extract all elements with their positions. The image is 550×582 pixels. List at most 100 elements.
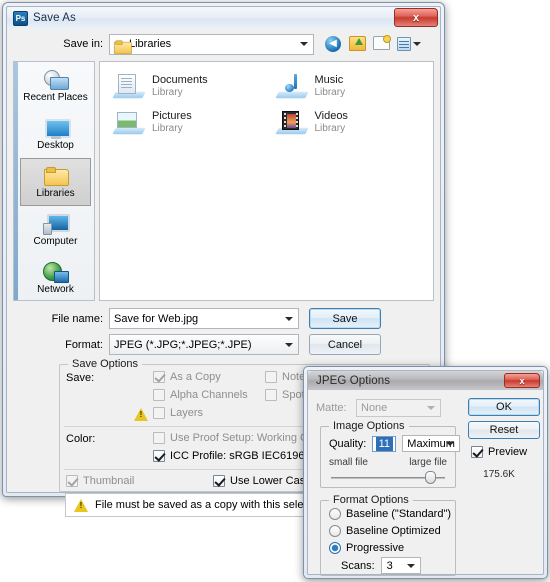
quality-value: 11 [375,436,393,451]
checkbox-preview[interactable]: Preview [471,446,527,458]
chevron-down-icon [285,316,293,321]
checkbox-layers[interactable]: Layers [153,407,203,419]
checkbox-box [265,371,277,383]
sidebar-item-computer[interactable]: Computer [20,206,91,254]
checkbox-box [265,389,277,401]
warning-icon [134,408,148,421]
list-item-text: Music Library [315,74,346,98]
close-icon[interactable]: x [504,373,540,388]
save-in-dropdown[interactable]: Libraries [109,33,314,55]
sidebar-item-recent-places[interactable]: Recent Places [20,62,91,110]
jpeg-options-dialog: JPEG Options x Matte: None OK Reset Prev… [303,366,548,579]
save-as-title: Save As [33,12,76,24]
sidebar-item-label: Desktop [37,139,74,151]
matte-value: None [361,402,388,414]
reset-button[interactable]: Reset [468,421,540,439]
save-options-title: Save Options [68,358,143,370]
warning-icon [74,498,88,512]
close-icon[interactable]: x [394,8,438,27]
back-button[interactable]: ◀ [325,35,342,53]
file-name-input[interactable]: Save for Web.jpg [109,308,299,329]
matte-dropdown[interactable]: None [356,399,441,417]
checkbox-label: Alpha Channels [170,389,248,401]
checkbox-thumbnail[interactable]: Thumbnail [66,475,134,487]
places-bar: Recent Places Desktop Libraries Computer [13,61,95,301]
radio-dot [329,525,341,537]
checkbox-box [66,475,78,487]
scans-value: 3 [386,559,393,572]
radio-baseline-standard[interactable]: Baseline ("Standard") [329,508,451,520]
radio-label: Baseline Optimized [346,525,441,537]
radio-dot [329,542,341,554]
list-item[interactable]: Videos Library [271,106,434,142]
screen: Ps Save As x Save in: Libraries ◀ Recent… [0,0,550,582]
chevron-down-icon [406,563,415,568]
radio-baseline-optimized[interactable]: Baseline Optimized [329,525,441,537]
radio-progressive[interactable]: Progressive [329,542,404,554]
checkbox-box [213,475,225,487]
list-item-name: Pictures [152,110,192,122]
places-bar-accent [14,62,18,300]
list-item-text: Documents Library [152,74,208,98]
sidebar-item-label: Recent Places [23,91,88,103]
views-icon [397,37,411,51]
list-item[interactable]: Music Library [271,70,434,106]
list-item-sub: Library [152,86,183,98]
scans-dropdown[interactable]: 3 [380,557,421,574]
checkbox-as-a-copy[interactable]: As a Copy [153,371,221,383]
slider-labels: small file large file [329,457,447,468]
warning-message-text: File must be saved as a copy with this s… [95,499,330,511]
list-item-text: Pictures Library [152,110,192,134]
navigation-toolbar: ◀ [325,34,421,53]
jpeg-options-inner: JPEG Options x Matte: None OK Reset Prev… [307,370,544,576]
sidebar-item-libraries[interactable]: Libraries [20,158,91,206]
format-row: Format: JPEG (*.JPG;*.JPEG;*.JPE) Cancel [7,333,434,356]
format-value: JPEG (*.JPG;*.JPEG;*.JPE) [114,338,252,351]
radio-label: Baseline ("Standard") [346,508,452,520]
sidebar-item-network[interactable]: Network [20,254,91,302]
pictures-library-icon [112,110,146,136]
chevron-down-icon [446,441,455,446]
videos-library-icon [274,110,309,136]
list-item-text: Videos Library [315,110,348,134]
file-list[interactable]: Documents Library Music Library Pictures… [99,61,434,301]
list-item[interactable]: Documents Library [108,70,271,106]
large-file-label: large file [409,457,447,468]
checkbox-label: Thumbnail [83,475,135,487]
radio-label: Progressive [346,542,405,554]
checkbox-label: As a Copy [170,371,221,383]
jpeg-options-titlebar: JPEG Options x [308,371,543,390]
small-file-label: small file [329,457,368,468]
checkbox-alpha-channels[interactable]: Alpha Channels [153,389,248,401]
list-item-sub: Library [314,122,346,134]
checkbox-box [153,371,165,383]
image-options-title: Image Options [329,420,409,432]
libraries-folder-icon [113,39,132,55]
format-options-title: Format Options [329,494,413,506]
format-dropdown[interactable]: JPEG (*.JPG;*.JPEG;*.JPE) [109,334,299,355]
chevron-down-icon [285,342,293,347]
save-button[interactable]: Save [309,308,381,329]
ok-button[interactable]: OK [468,398,540,416]
file-name-row: File name: Save for Web.jpg Save [7,307,434,330]
sidebar-item-label: Network [37,283,74,295]
scans-row: Scans: 3 [341,557,421,574]
up-one-level-button[interactable] [349,35,366,53]
image-options-group: Image Options Quality: 11 Maximum small … [320,420,461,488]
desktop-icon [43,117,71,139]
quality-preset-dropdown[interactable]: Maximum [402,435,461,452]
new-folder-button[interactable] [373,34,391,53]
cancel-button[interactable]: Cancel [309,334,381,355]
checkbox-box [153,450,165,462]
sidebar-item-desktop[interactable]: Desktop [20,110,91,158]
checkbox-box [153,389,165,401]
sidebar-item-label: Computer [33,235,78,247]
slider-thumb[interactable] [425,471,437,484]
list-item[interactable]: Pictures Library [108,106,271,142]
save-in-value: Libraries [129,38,172,50]
new-folder-icon [373,34,391,50]
quality-input[interactable]: 11 [372,435,397,452]
quality-slider[interactable] [331,471,445,485]
matte-row: Matte: None [316,399,441,417]
views-button[interactable] [397,36,421,53]
